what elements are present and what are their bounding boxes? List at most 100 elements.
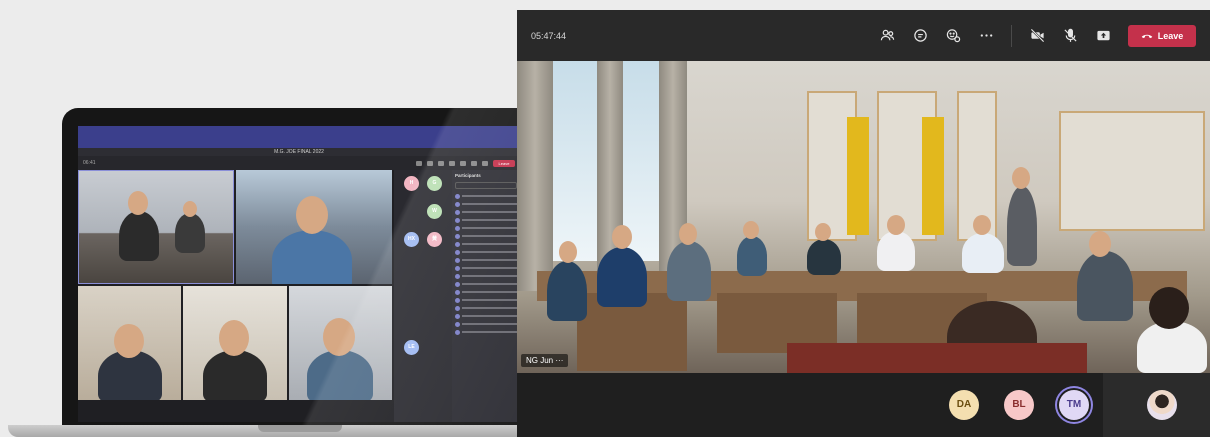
attendee-head bbox=[1149, 287, 1189, 329]
self-avatar[interactable] bbox=[1147, 390, 1177, 420]
participant-figure bbox=[175, 213, 205, 253]
video-tile[interactable] bbox=[78, 286, 181, 400]
participant-avatar-bl[interactable]: BL bbox=[1004, 390, 1034, 420]
meeting-toolbar: 05:47:44 Leave bbox=[517, 10, 1210, 61]
laptop-video-grid bbox=[78, 170, 392, 422]
chat-icon[interactable] bbox=[427, 160, 433, 166]
leave-button[interactable]: Leave bbox=[1128, 24, 1196, 47]
list-item[interactable] bbox=[455, 256, 517, 264]
participant-avatar-da[interactable]: DA bbox=[949, 390, 979, 420]
yellow-door bbox=[922, 117, 944, 235]
participant-avatar[interactable]: 黄 bbox=[427, 232, 442, 247]
list-item[interactable] bbox=[455, 208, 517, 216]
participants-search-input[interactable] bbox=[455, 182, 517, 189]
list-item[interactable] bbox=[455, 240, 517, 248]
video-tile[interactable] bbox=[289, 286, 392, 400]
video-tile[interactable] bbox=[183, 286, 287, 400]
camera-toggle-button[interactable] bbox=[1027, 26, 1047, 46]
participant-avatar[interactable]: LE bbox=[404, 340, 419, 355]
list-item-line bbox=[462, 251, 517, 253]
list-item-line bbox=[462, 307, 517, 309]
participant-avatar[interactable]: G bbox=[427, 176, 442, 191]
laptop-screen: M.G. JOE FINAL 2022 06:41 Leave H G W HX… bbox=[78, 126, 520, 422]
attendee bbox=[807, 239, 841, 275]
list-item[interactable] bbox=[455, 328, 517, 336]
more-options-icon bbox=[980, 34, 992, 37]
laptop-notch bbox=[258, 425, 342, 432]
chat-icon bbox=[913, 29, 927, 42]
share-screen-icon[interactable] bbox=[482, 160, 488, 166]
meeting-window: 05:47:44 Leave NG Jun ··· bbox=[517, 10, 1210, 437]
list-item[interactable] bbox=[455, 296, 517, 304]
participant-head bbox=[219, 320, 249, 356]
video-tile[interactable] bbox=[236, 170, 392, 284]
attendee bbox=[1137, 321, 1207, 373]
people-button[interactable] bbox=[877, 26, 897, 46]
chat-button[interactable] bbox=[910, 26, 930, 46]
list-item-line bbox=[462, 235, 517, 237]
mic-off-icon bbox=[1063, 28, 1077, 42]
participant-head bbox=[114, 324, 144, 358]
window bbox=[553, 61, 597, 261]
participant-head bbox=[183, 201, 197, 217]
participant-avatar[interactable]: H bbox=[404, 176, 419, 191]
list-item[interactable] bbox=[455, 312, 517, 320]
list-item[interactable] bbox=[455, 320, 517, 328]
list-item-line bbox=[462, 195, 517, 197]
more-options-icon[interactable] bbox=[449, 160, 455, 166]
mic-toggle-button[interactable] bbox=[1060, 26, 1080, 46]
speaker-name: NG Jun bbox=[526, 356, 554, 365]
participant-avatar-tm-speaking[interactable]: TM bbox=[1059, 390, 1089, 420]
list-item-line bbox=[462, 267, 517, 269]
list-item[interactable] bbox=[455, 304, 517, 312]
attendee bbox=[547, 261, 587, 321]
share-screen-button[interactable] bbox=[1093, 26, 1113, 46]
phone-hangup-icon bbox=[1141, 34, 1152, 38]
reactions-icon[interactable] bbox=[438, 160, 444, 166]
speaker-head bbox=[1012, 167, 1030, 189]
list-item[interactable] bbox=[455, 264, 517, 272]
participant-head bbox=[296, 196, 328, 234]
list-item[interactable] bbox=[455, 280, 517, 288]
list-item[interactable] bbox=[455, 224, 517, 232]
list-item-line bbox=[462, 243, 517, 245]
list-item[interactable] bbox=[455, 192, 517, 200]
list-item[interactable] bbox=[455, 216, 517, 224]
attendee bbox=[877, 231, 915, 271]
attendee bbox=[737, 236, 767, 276]
main-video-feed[interactable]: NG Jun ··· bbox=[517, 61, 1210, 373]
avatar bbox=[455, 257, 460, 263]
laptop-meeting-toolbar: 06:41 Leave bbox=[78, 156, 520, 170]
avatar bbox=[455, 217, 460, 223]
video-tile[interactable] bbox=[78, 170, 234, 284]
list-item[interactable] bbox=[455, 200, 517, 208]
attendee-head bbox=[887, 215, 905, 235]
participant-figure bbox=[119, 211, 159, 261]
attendee-head bbox=[612, 225, 632, 249]
list-item[interactable] bbox=[455, 248, 517, 256]
reactions-button[interactable] bbox=[943, 26, 963, 46]
speaker-name-caption: NG Jun ··· bbox=[521, 354, 569, 367]
list-item-line bbox=[462, 211, 517, 213]
camera-icon[interactable] bbox=[460, 160, 466, 166]
list-item[interactable] bbox=[455, 272, 517, 280]
list-item[interactable] bbox=[455, 232, 517, 240]
participant-avatar[interactable]: W bbox=[427, 204, 442, 219]
attendee-head bbox=[1089, 231, 1111, 257]
list-item-line bbox=[462, 219, 517, 221]
list-item-line bbox=[462, 315, 517, 317]
laptop-leave-button[interactable]: Leave bbox=[493, 159, 515, 167]
attendee-head bbox=[973, 215, 991, 235]
more-options-button[interactable] bbox=[976, 26, 996, 46]
attendee-head bbox=[743, 221, 759, 239]
avatar bbox=[455, 201, 460, 207]
avatar bbox=[455, 241, 460, 247]
mic-icon[interactable] bbox=[471, 160, 477, 166]
share-screen-icon bbox=[1096, 30, 1110, 41]
list-item[interactable] bbox=[455, 288, 517, 296]
people-icon[interactable] bbox=[416, 160, 422, 166]
attendee bbox=[667, 241, 711, 301]
laptop-meeting-body: H G W HX 黄 LE Participants bbox=[78, 170, 520, 422]
participant-avatar[interactable]: HX bbox=[404, 232, 419, 247]
caption-more-icon[interactable]: ··· bbox=[555, 356, 563, 365]
